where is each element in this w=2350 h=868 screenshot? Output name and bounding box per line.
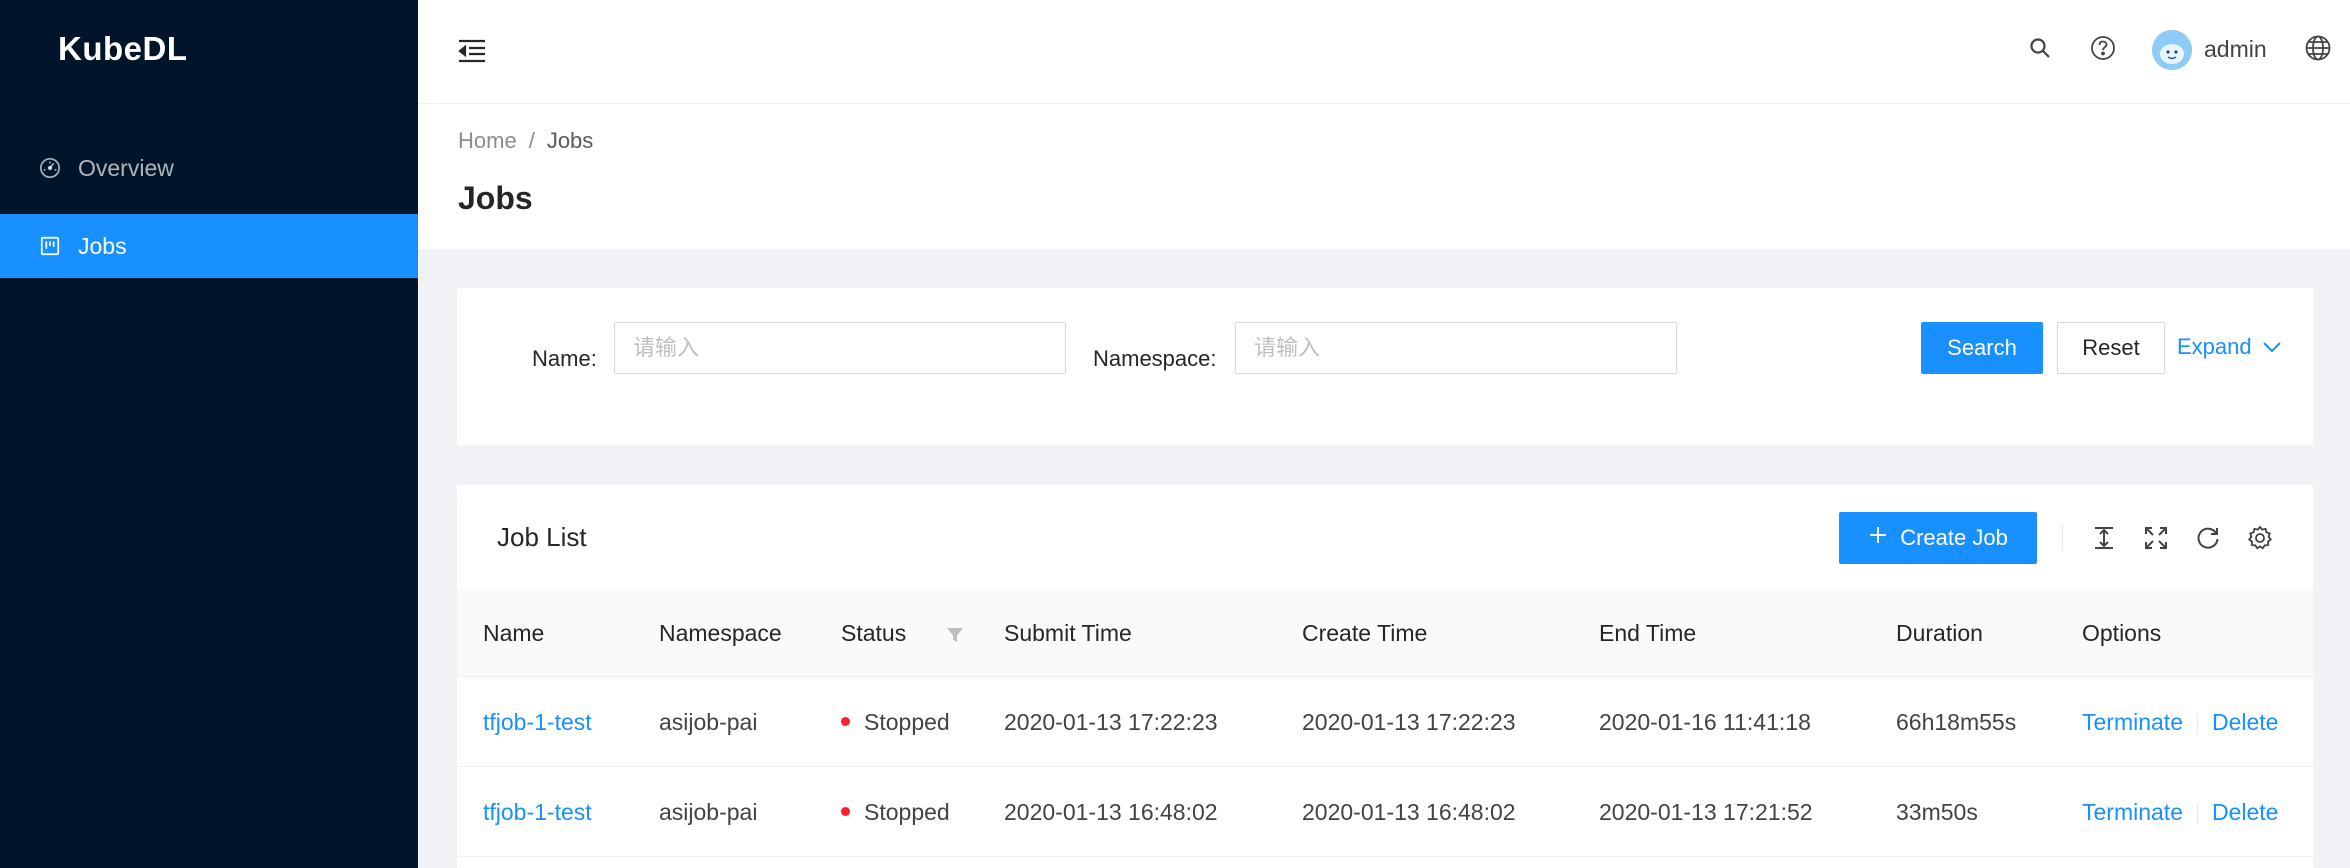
sidebar-item-label: Overview (78, 154, 174, 181)
column-header-create-time[interactable]: Create Time (1302, 620, 1427, 647)
column-header-status[interactable]: Status (841, 620, 906, 647)
status-badge: Stopped (841, 709, 950, 736)
job-duration: 33m50s (1896, 799, 1978, 825)
status-badge: Stopped (841, 799, 950, 826)
filter-icon[interactable] (945, 625, 965, 645)
app-logo: KubeDL (58, 30, 188, 67)
terminate-button[interactable]: Terminate (2082, 709, 2183, 735)
plus-icon (1868, 525, 1888, 551)
options-divider (2196, 803, 2198, 824)
namespace-input[interactable] (1235, 322, 1677, 374)
job-submit-time: 2020-01-13 16:48:02 (1004, 799, 1218, 825)
toolbar-divider (2062, 525, 2063, 551)
job-submit-time: 2020-01-13 17:22:23 (1004, 709, 1218, 735)
job-duration: 66h18m55s (1896, 709, 2017, 735)
breadcrumb-current: Jobs (546, 128, 594, 153)
create-job-button[interactable]: Create Job (1839, 512, 2037, 564)
expand-label: Expand (2177, 334, 2252, 359)
job-create-time: 2020-01-13 17:22:23 (1302, 709, 1516, 735)
terminate-button[interactable]: Terminate (2082, 799, 2183, 825)
sidebar: KubeDL Overview Jobs (0, 0, 418, 868)
global-icon[interactable] (2304, 34, 2332, 62)
delete-button[interactable]: Delete (2212, 799, 2278, 825)
options-divider (2196, 713, 2198, 734)
search-button[interactable]: Search (1921, 322, 2043, 374)
column-header-namespace[interactable]: Namespace (659, 620, 782, 647)
sidebar-item-overview[interactable]: Overview (0, 136, 418, 200)
dashboard-icon (38, 156, 62, 180)
status-dot (841, 807, 850, 817)
job-end-time: 2020-01-16 11:41:18 (1599, 709, 1811, 735)
row-options: Terminate Delete (2082, 709, 2278, 736)
breadcrumb: Home / Jobs (458, 128, 593, 154)
table-row: tfjob-1-test asijob-pai Stopped 2020-01-… (457, 767, 2313, 857)
breadcrumb-home[interactable]: Home (458, 128, 517, 154)
delete-button[interactable]: Delete (2212, 709, 2278, 735)
table-title: Job List (497, 522, 587, 552)
namespace-label: Namespace: (1093, 346, 1217, 371)
expand-link[interactable]: Expand (2177, 334, 2282, 360)
column-height-icon[interactable] (2089, 523, 2119, 553)
fullscreen-icon[interactable] (2141, 523, 2171, 553)
row-options: Terminate Delete (2082, 799, 2278, 826)
project-icon (38, 234, 62, 258)
page-header: Home / Jobs Jobs (418, 104, 2350, 249)
create-job-label: Create Job (1900, 525, 2008, 550)
table-row: tfjob-1-test asijob-pai Stopped 2020-01-… (457, 677, 2313, 767)
table-header: Name Namespace Status Submit Time Create… (457, 590, 2313, 677)
name-input[interactable] (614, 322, 1066, 374)
name-label: Name: (532, 346, 597, 371)
status-dot (841, 717, 850, 727)
job-name-link[interactable]: tfjob-1-test (483, 799, 592, 826)
reset-button[interactable]: Reset (2057, 322, 2165, 374)
chevron-down-icon (2262, 334, 2282, 360)
reload-icon[interactable] (2193, 523, 2223, 553)
avatar[interactable] (2152, 30, 2192, 70)
column-header-submit-time[interactable]: Submit Time (1004, 620, 1132, 647)
top-header: admin (418, 0, 2350, 104)
column-header-end-time[interactable]: End Time (1599, 620, 1696, 647)
setting-icon[interactable] (2245, 523, 2275, 553)
job-end-time: 2020-01-13 17:21:52 (1599, 799, 1813, 825)
column-header-duration[interactable]: Duration (1896, 620, 1983, 647)
username[interactable]: admin (2204, 36, 2267, 63)
job-list-card: Job List Create Job Name Namespace Statu… (457, 485, 2313, 868)
column-header-options: Options (2082, 620, 2162, 646)
column-header-name[interactable]: Name (483, 620, 544, 647)
menu-fold-icon[interactable] (456, 35, 488, 67)
question-circle-icon[interactable] (2089, 34, 2117, 62)
job-name-link[interactable]: tfjob-1-test (483, 709, 592, 736)
search-icon[interactable] (2026, 34, 2054, 62)
sidebar-item-jobs[interactable]: Jobs (0, 214, 418, 278)
job-namespace: asijob-pai (659, 709, 758, 735)
breadcrumb-separator: / (528, 128, 535, 153)
job-namespace: asijob-pai (659, 799, 758, 825)
search-form: Name: Namespace: Search Reset Expand (457, 288, 2313, 445)
job-create-time: 2020-01-13 16:48:02 (1302, 799, 1516, 825)
page-title: Jobs (458, 180, 533, 216)
sidebar-item-label: Jobs (78, 232, 127, 259)
